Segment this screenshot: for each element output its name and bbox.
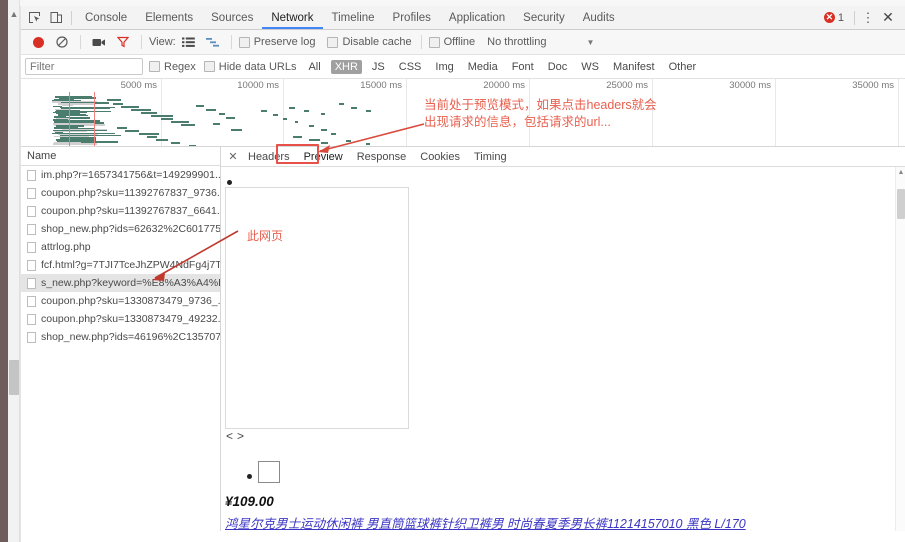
annotation-arrow-line <box>319 123 425 152</box>
preview-tab-highlight-box <box>276 144 319 164</box>
annotation-arrow-line <box>154 230 239 279</box>
annotation-timeline-note-line1: 当前处于预览模式，如果点击headers就会 <box>424 98 657 112</box>
devtools-screenshot: ▲ Console Elements Sources Network Timel… <box>0 0 905 542</box>
annotation-arrow-head <box>318 145 330 153</box>
annotation-timeline-note: 当前处于预览模式，如果点击headers就会 出现请求的信息，包括请求的url.… <box>424 97 657 131</box>
annotation-preview-note: 此网页 <box>247 229 284 243</box>
annotation-arrow-layer <box>152 123 425 281</box>
annotation-timeline-note-line2: 出现请求的信息，包括请求的url... <box>424 115 611 129</box>
annotation-arrow-head <box>152 273 165 281</box>
